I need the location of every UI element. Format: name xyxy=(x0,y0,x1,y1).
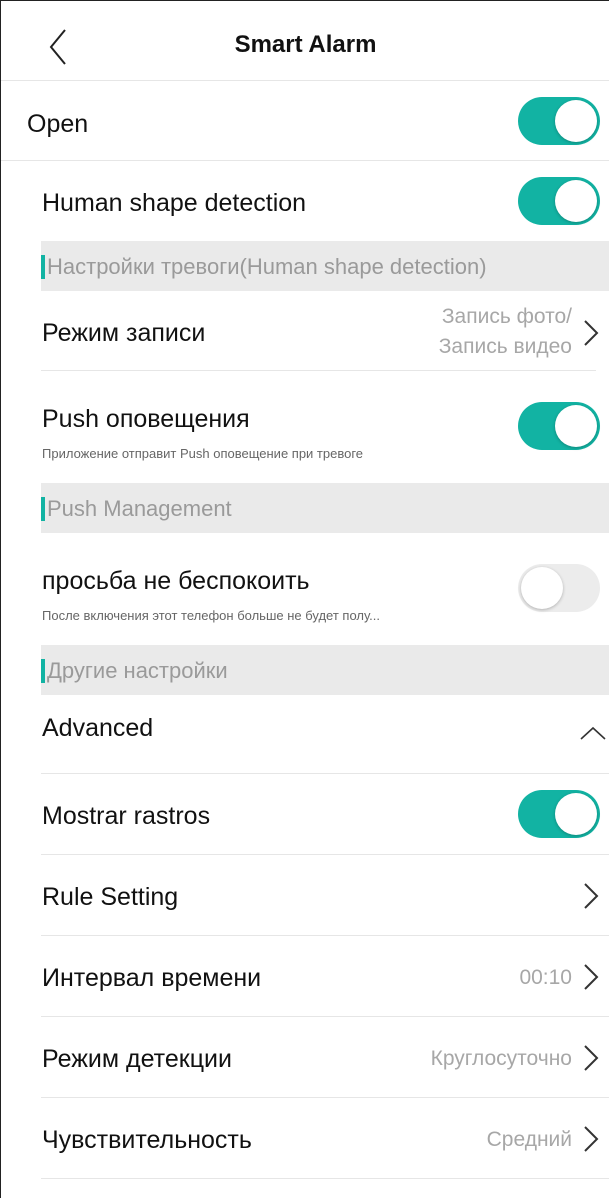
dnd-label: просьба не беспокоить xyxy=(42,567,310,595)
section-push-management: Push Management xyxy=(41,483,609,533)
section-title: Настройки тревоги(Human shape detection) xyxy=(47,254,487,279)
time-interval-row[interactable]: Интервал времени 00:10 xyxy=(1,936,609,1016)
divider xyxy=(41,1178,609,1179)
chevron-right-icon xyxy=(584,1126,599,1152)
chevron-right-icon xyxy=(584,883,599,909)
chevron-up-icon xyxy=(580,726,606,740)
open-row: Open xyxy=(1,81,609,161)
record-mode-label: Режим записи xyxy=(42,319,206,347)
sensitivity-row[interactable]: Чувствительность Средний xyxy=(1,1098,609,1178)
chevron-right-icon xyxy=(584,320,599,346)
section-title: Другие настройки xyxy=(47,658,228,683)
detect-mode-label: Режим детекции xyxy=(42,1045,232,1073)
section-accent-bar xyxy=(41,497,45,521)
toggle-knob xyxy=(521,567,563,609)
record-mode-row[interactable]: Режим записи Запись фото/ Запись видео xyxy=(1,291,609,371)
push-toggle[interactable] xyxy=(518,402,600,450)
rule-setting-label: Rule Setting xyxy=(42,883,179,911)
show-traces-label: Mostrar rastros xyxy=(42,802,211,830)
advanced-label: Advanced xyxy=(42,714,154,742)
section-accent-bar xyxy=(41,659,45,683)
human-shape-row: Human shape detection xyxy=(1,161,609,241)
section-accent-bar xyxy=(41,255,45,279)
push-row: Push оповещения Приложение отправит Push… xyxy=(1,371,609,481)
app-screen: Smart Alarm Open Human shape detection Н… xyxy=(0,0,609,1198)
toggle-knob xyxy=(555,100,597,142)
record-mode-value-line2: Запись видео xyxy=(438,335,572,358)
sensitivity-value: Средний xyxy=(486,1128,572,1151)
section-title: Push Management xyxy=(47,496,232,521)
dnd-toggle[interactable] xyxy=(518,564,600,612)
open-label: Open xyxy=(27,110,89,138)
toggle-knob xyxy=(555,793,597,835)
toggle-knob xyxy=(555,180,597,222)
push-subtitle: Приложение отправит Push оповещение при … xyxy=(42,446,364,461)
advanced-row[interactable]: Advanced xyxy=(1,695,609,773)
open-toggle[interactable] xyxy=(518,97,600,145)
human-shape-label: Human shape detection xyxy=(42,189,307,217)
section-other-settings: Другие настройки xyxy=(41,645,609,695)
chevron-right-icon xyxy=(584,964,599,990)
rule-setting-row[interactable]: Rule Setting xyxy=(1,855,609,935)
dnd-subtitle: После включения этот телефон больше не б… xyxy=(42,608,381,623)
human-shape-toggle[interactable] xyxy=(518,177,600,225)
record-mode-value-line1: Запись фото/ xyxy=(441,305,572,328)
detect-mode-value: Круглосуточно xyxy=(430,1047,572,1070)
show-traces-row: Mostrar rastros xyxy=(1,774,609,854)
time-interval-value: 00:10 xyxy=(519,966,572,989)
toggle-knob xyxy=(555,405,597,447)
sensitivity-label: Чувствительность xyxy=(42,1126,252,1154)
dnd-row: просьба не беспокоить После включения эт… xyxy=(1,533,609,643)
show-traces-toggle[interactable] xyxy=(518,790,600,838)
nav-header: Smart Alarm xyxy=(1,1,609,81)
page-title: Smart Alarm xyxy=(234,31,377,58)
chevron-right-icon xyxy=(584,1045,599,1071)
section-alarm-settings: Настройки тревоги(Human shape detection) xyxy=(41,241,609,291)
detect-mode-row[interactable]: Режим детекции Круглосуточно xyxy=(1,1017,609,1097)
push-label: Push оповещения xyxy=(42,405,250,433)
time-interval-label: Интервал времени xyxy=(42,964,262,992)
